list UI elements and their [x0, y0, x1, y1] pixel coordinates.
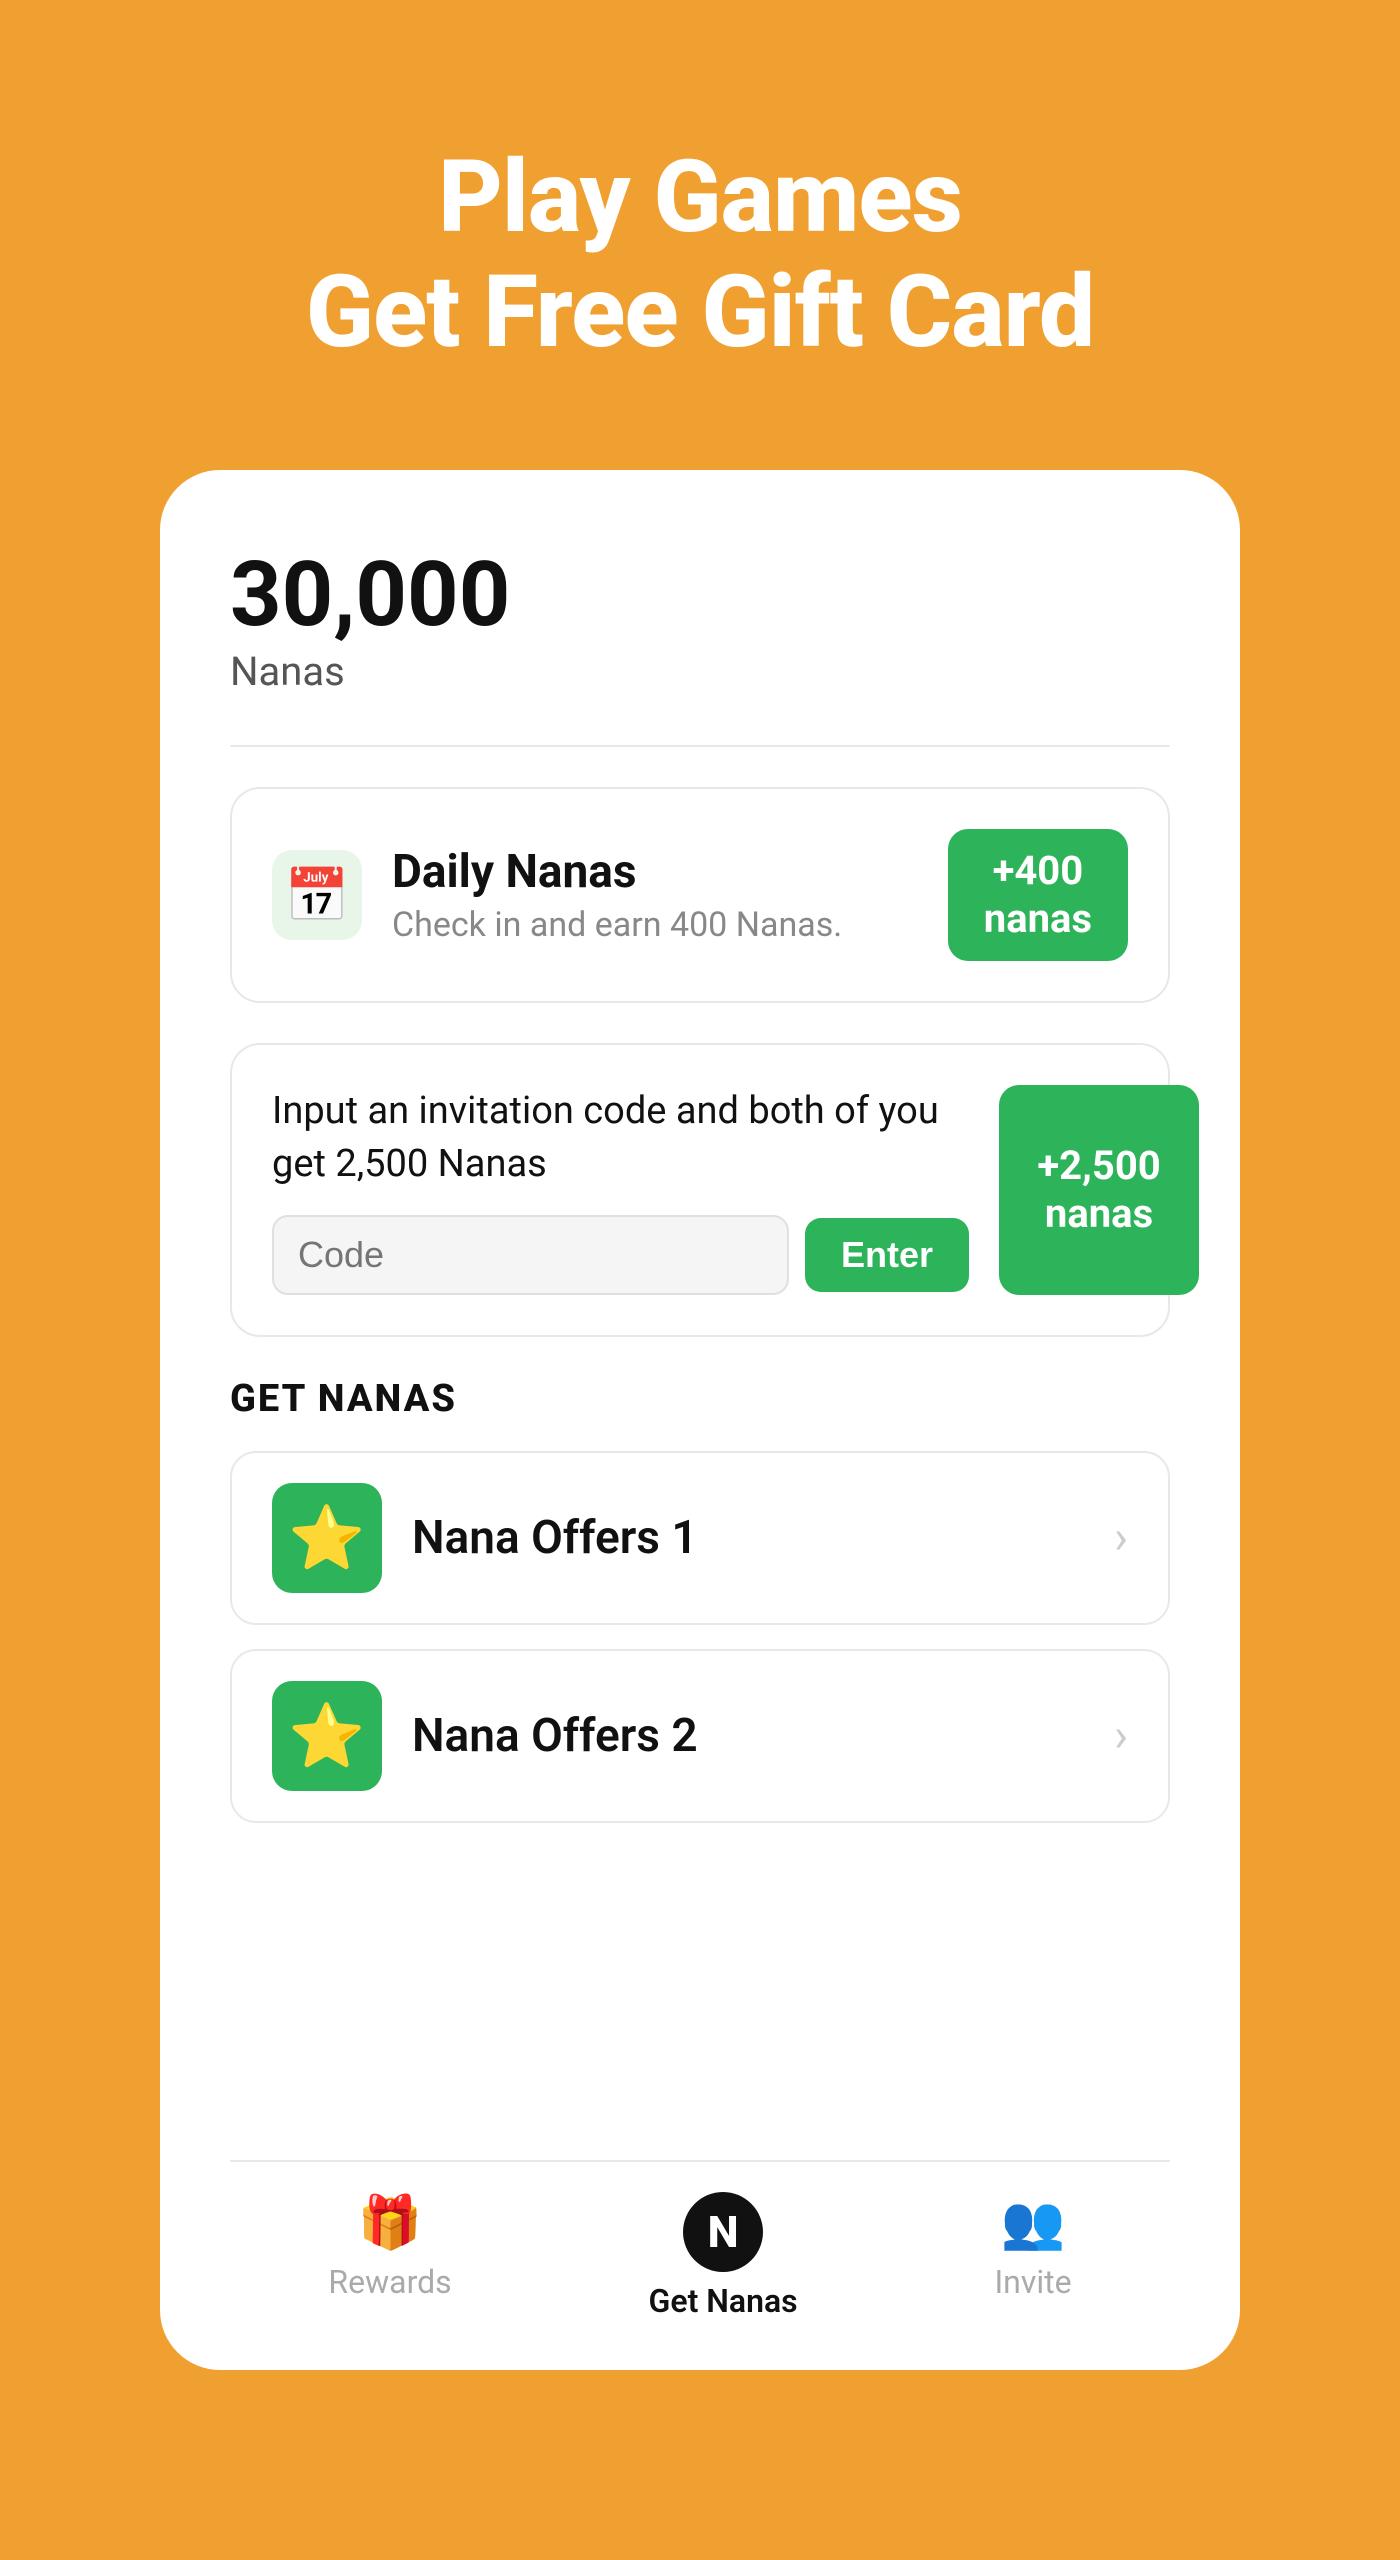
code-input[interactable] [272, 1215, 789, 1295]
chevron-icon-2: › [1114, 1709, 1128, 1763]
bottom-nav: 🎁 Rewards N Get Nanas 👥 Invite [230, 2160, 1170, 2370]
enter-button[interactable]: Enter [805, 1218, 969, 1292]
hero-title: Play Games Get Free Gift Card [306, 140, 1094, 370]
offer-label-2: Nana Offers 2 [412, 1709, 1084, 1763]
phone-card: 30,000 Nanas 📅 Daily Nanas Check in and … [160, 470, 1240, 2370]
offer-label-1: Nana Offers 1 [412, 1511, 1084, 1565]
invite-text: Input an invitation code and both of you… [272, 1085, 969, 1191]
daily-title: Daily Nanas [392, 845, 842, 899]
nav-invite[interactable]: 👥 Invite [994, 2192, 1071, 2320]
invite-section: Input an invitation code and both of you… [230, 1043, 1170, 1337]
invite-icon: 👥 [1001, 2192, 1066, 2253]
get-nanas-header: GET NANAS [230, 1377, 1170, 1421]
rewards-label: Rewards [328, 2263, 451, 2301]
rewards-icon: 🎁 [358, 2192, 423, 2253]
nav-rewards[interactable]: 🎁 Rewards [328, 2192, 451, 2320]
get-nanas-label: Get Nanas [649, 2282, 798, 2320]
offer-icon-2: ⭐ [272, 1681, 382, 1791]
nanas-label: Nanas [230, 648, 1170, 695]
chevron-icon-1: › [1114, 1511, 1128, 1565]
divider [230, 745, 1170, 747]
offer-item-2[interactable]: ⭐ Nana Offers 2 › [230, 1649, 1170, 1823]
offer-item-1[interactable]: ⭐ Nana Offers 1 › [230, 1451, 1170, 1625]
calendar-icon: 📅 [272, 850, 362, 940]
get-nanas-icon: N [683, 2192, 763, 2272]
daily-subtitle: Check in and earn 400 Nanas. [392, 905, 842, 945]
invite-label: Invite [994, 2263, 1071, 2301]
daily-section: 📅 Daily Nanas Check in and earn 400 Nana… [230, 787, 1170, 1003]
invite-reward-button[interactable]: +2,500 nanas [999, 1085, 1199, 1295]
nav-get-nanas[interactable]: N Get Nanas [649, 2192, 798, 2320]
offer-icon-1: ⭐ [272, 1483, 382, 1593]
nanas-count: 30,000 [230, 550, 1170, 640]
daily-reward-button[interactable]: +400 nanas [948, 829, 1128, 961]
